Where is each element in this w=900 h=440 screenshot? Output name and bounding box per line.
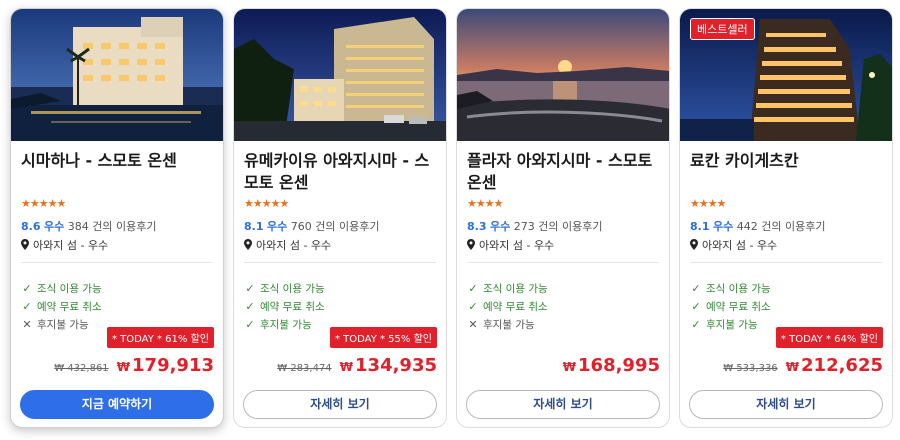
review-suffix: 건의 이용후기	[761, 220, 826, 233]
star-rating: ★★★★★	[21, 197, 66, 210]
check-icon: ✓	[245, 318, 255, 331]
feature-item: ✓ 조식 이용 가능	[468, 282, 548, 295]
hotel-title[interactable]: 료칸 카이게츠칸	[690, 150, 884, 172]
review-score-word: 우수	[44, 220, 65, 233]
review-summary: 8.1 우수 760 건의 이용후기	[244, 218, 379, 234]
check-icon: ✓	[245, 300, 255, 313]
check-icon: ✓	[691, 318, 701, 331]
current-price: 179,913	[132, 355, 214, 376]
hotel-title[interactable]: 유메카이유 아와지시마 - 스모토 온센	[244, 150, 438, 194]
details-button[interactable]: 자세히 보기	[466, 390, 660, 419]
review-score: 8.3	[467, 220, 487, 233]
location: 아와지 섬 - 우수	[21, 237, 108, 253]
hotel-card[interactable]: 시마하나 - 스모토 온센 ★★★★★ 8.6 우수 384 건의 이용후기 아…	[10, 8, 224, 428]
current-price: 168,995	[578, 355, 660, 376]
review-score-word: 우수	[713, 220, 734, 233]
currency-symbol: ₩	[339, 360, 354, 374]
x-icon: ✕	[22, 318, 32, 331]
location-text: 아와지 섬 - 우수	[256, 239, 332, 252]
details-button[interactable]: 자세히 보기	[243, 390, 437, 419]
feature-item: ✓ 예약 무료 취소	[22, 300, 102, 313]
currency-symbol: ₩	[562, 360, 577, 374]
divider	[467, 262, 659, 263]
today-discount-badge: * TODAY * 61% 할인	[106, 327, 214, 348]
hotel-title[interactable]: 플라자 아와지시마 - 스모토 온센	[467, 150, 661, 194]
review-summary: 8.1 우수 442 건의 이용후기	[690, 218, 825, 234]
review-score: 8.6	[21, 220, 41, 233]
today-discount-badge: * TODAY * 55% 할인	[329, 327, 437, 348]
divider	[21, 262, 213, 263]
feature-item: ✓ 후지불 가능	[245, 318, 312, 331]
hotel-title[interactable]: 시마하나 - 스모토 온센	[21, 150, 215, 172]
check-icon: ✓	[691, 300, 701, 313]
location-text: 아와지 섬 - 우수	[479, 239, 555, 252]
feature-item: ✕ 후지불 가능	[22, 318, 89, 331]
location: 아와지 섬 - 우수	[467, 237, 554, 253]
star-rating: ★★★★	[467, 197, 503, 210]
divider	[690, 262, 882, 263]
price-block: ₩ 283,474 ₩134,935	[277, 355, 437, 376]
location-text: 아와지 섬 - 우수	[702, 239, 778, 252]
check-icon: ✓	[22, 300, 32, 313]
hotel-photo[interactable]	[234, 9, 446, 141]
review-suffix: 건의 이용후기	[538, 220, 603, 233]
feature-item: ✓ 예약 무료 취소	[691, 300, 771, 313]
hotel-card[interactable]: 베스트셀러 료칸 카이게츠칸 ★★★★ 8.1 우수 442 건의 이용후기 아…	[679, 8, 893, 428]
review-suffix: 건의 이용후기	[92, 220, 157, 233]
review-score-word: 우수	[267, 220, 288, 233]
location-pin-icon	[690, 239, 698, 250]
review-suffix: 건의 이용후기	[315, 220, 380, 233]
feature-item: ✓ 예약 무료 취소	[468, 300, 548, 313]
review-count: 760	[290, 220, 312, 233]
price-block: ₩168,995	[563, 355, 660, 376]
check-icon: ✓	[245, 282, 255, 295]
bestseller-badge: 베스트셀러	[690, 18, 755, 40]
price-block: ₩ 432,861 ₩179,913	[54, 355, 214, 376]
feature-item: ✓ 조식 이용 가능	[245, 282, 325, 295]
check-icon: ✓	[691, 282, 701, 295]
today-discount-badge: * TODAY * 64% 할인	[775, 327, 883, 348]
location-pin-icon	[244, 239, 252, 250]
feature-item: ✓ 조식 이용 가능	[22, 282, 102, 295]
original-price: ₩ 432,861	[54, 363, 109, 374]
price-block: ₩ 533,336 ₩212,625	[723, 355, 883, 376]
review-score-word: 우수	[490, 220, 511, 233]
hotel-photo[interactable]	[11, 9, 223, 141]
book-now-button[interactable]: 지금 예약하기	[20, 390, 214, 419]
check-icon: ✓	[22, 282, 32, 295]
feature-item: ✓ 조식 이용 가능	[691, 282, 771, 295]
original-price: ₩ 283,474	[277, 363, 332, 374]
review-count: 273	[513, 220, 535, 233]
feature-item: ✕ 후지불 가능	[468, 318, 535, 331]
review-summary: 8.3 우수 273 건의 이용후기	[467, 218, 602, 234]
location: 아와지 섬 - 우수	[690, 237, 777, 253]
divider	[244, 262, 436, 263]
current-price: 212,625	[801, 355, 883, 376]
star-rating: ★★★★★	[244, 197, 289, 210]
feature-item: ✓ 후지불 가능	[691, 318, 758, 331]
location-pin-icon	[21, 239, 29, 250]
review-score: 8.1	[690, 220, 710, 233]
review-count: 384	[67, 220, 89, 233]
check-icon: ✓	[468, 282, 478, 295]
current-price: 134,935	[355, 355, 437, 376]
location: 아와지 섬 - 우수	[244, 237, 331, 253]
feature-item: ✓ 예약 무료 취소	[245, 300, 325, 313]
location-text: 아와지 섬 - 우수	[33, 239, 109, 252]
review-summary: 8.6 우수 384 건의 이용후기	[21, 218, 156, 234]
x-icon: ✕	[468, 318, 478, 331]
currency-symbol: ₩	[116, 360, 131, 374]
review-count: 442	[736, 220, 758, 233]
hotel-photo[interactable]	[457, 9, 669, 141]
hotel-card[interactable]: 플라자 아와지시마 - 스모토 온센 ★★★★ 8.3 우수 273 건의 이용…	[456, 8, 670, 428]
original-price: ₩ 533,336	[723, 363, 778, 374]
check-icon: ✓	[468, 300, 478, 313]
hotel-card[interactable]: 유메카이유 아와지시마 - 스모토 온센 ★★★★★ 8.1 우수 760 건의…	[233, 8, 447, 428]
details-button[interactable]: 자세히 보기	[689, 390, 883, 419]
review-score: 8.1	[244, 220, 264, 233]
location-pin-icon	[467, 239, 475, 250]
currency-symbol: ₩	[785, 360, 800, 374]
star-rating: ★★★★	[690, 197, 726, 210]
